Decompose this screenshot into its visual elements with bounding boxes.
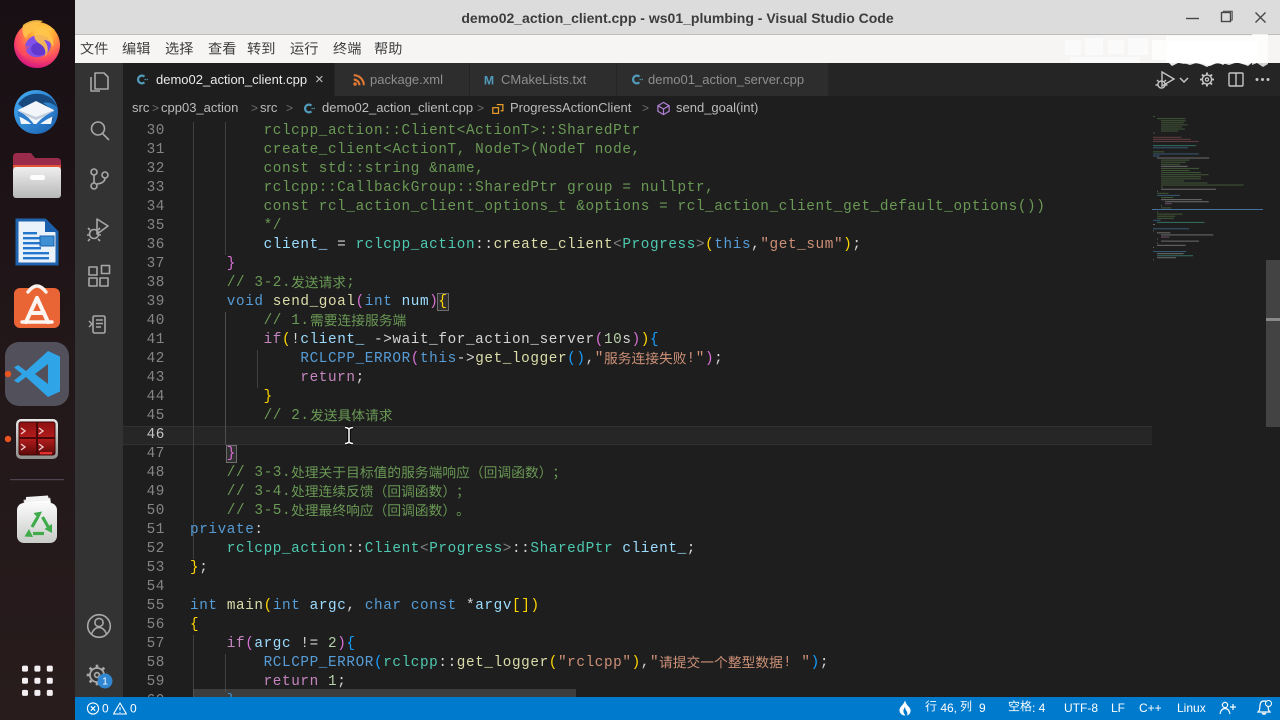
svg-text:0: 0 — [102, 702, 109, 716]
svg-text:M: M — [484, 73, 494, 87]
svg-text:0: 0 — [130, 702, 137, 716]
svg-text:1: 1 — [102, 677, 108, 688]
